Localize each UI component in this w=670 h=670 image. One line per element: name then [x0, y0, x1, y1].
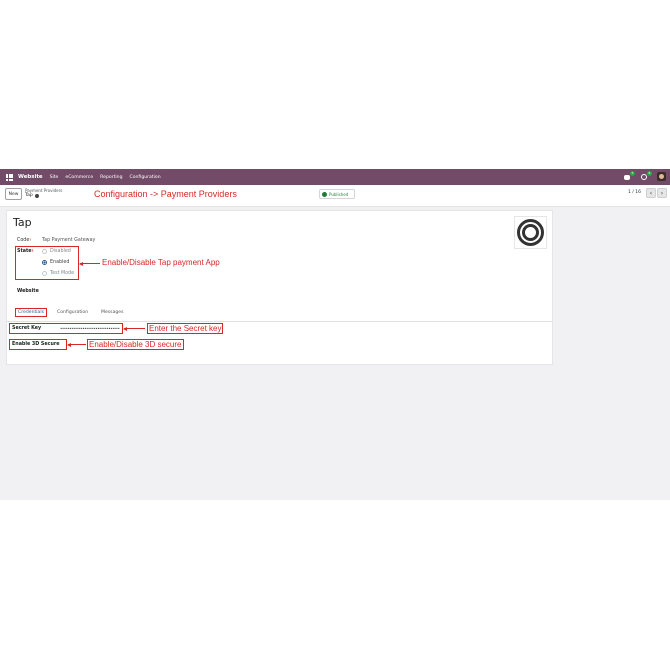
notebook-tabs: Credentials Configuration Messages	[7, 307, 552, 322]
secret-key-label: Secret Key	[12, 326, 42, 331]
state-option-test-mode-label: Test Mode	[50, 271, 75, 276]
control-panel: New Payment Providers Tap Configuration …	[0, 185, 670, 207]
provider-logo[interactable]	[514, 216, 547, 249]
app-brand[interactable]: Website	[18, 174, 43, 180]
gear-icon[interactable]	[34, 193, 39, 198]
menu-site[interactable]: Site	[50, 175, 59, 180]
chat-badge: 5	[630, 171, 635, 176]
activity-button[interactable]: 6	[640, 171, 652, 181]
state-option-enabled-label: Enabled	[50, 260, 70, 265]
required-marker: ?	[31, 249, 34, 253]
website-label: Website	[17, 289, 39, 294]
annotation-state: Enable/Disable Tap payment App	[102, 258, 220, 267]
published-label: Published	[329, 191, 349, 197]
tab-messages[interactable]: Messages	[101, 310, 124, 315]
required-marker: ?	[29, 238, 32, 242]
radio-checked-icon	[42, 260, 47, 265]
state-label-text: State	[17, 249, 32, 254]
annotation-title: Configuration -> Payment Providers	[94, 189, 237, 199]
breadcrumb: Payment Providers Tap	[25, 188, 62, 198]
state-option-disabled-label: Disabled	[50, 249, 71, 254]
menu-configuration[interactable]: Configuration	[130, 175, 161, 180]
state-option-enabled[interactable]: Enabled	[42, 260, 69, 265]
annotation-arrow	[67, 342, 86, 347]
globe-icon	[322, 191, 327, 197]
new-button[interactable]: New	[5, 188, 22, 200]
screenshot-area: Website Site eCommerce Reporting Configu…	[0, 169, 670, 500]
systray: 5 6	[623, 171, 666, 181]
tab-configuration[interactable]: Configuration	[57, 310, 88, 315]
record-title: Tap	[13, 216, 32, 229]
chat-button[interactable]: 5	[623, 171, 635, 181]
activity-badge: 6	[647, 171, 652, 176]
radio-icon	[42, 249, 47, 254]
state-label: State?	[17, 249, 34, 254]
tap-logo-inner-ring	[522, 224, 539, 241]
published-button[interactable]: Published	[319, 189, 355, 199]
code-label: Code?	[17, 238, 31, 243]
annotation-secret: Enter the Secret key	[147, 323, 224, 334]
user-avatar[interactable]	[657, 172, 666, 181]
clock-icon	[641, 174, 647, 180]
state-option-test-mode[interactable]: Test Mode	[42, 271, 74, 276]
pager-value: 1 / 16	[628, 190, 641, 195]
top-navbar: Website Site eCommerce Reporting Configu…	[0, 169, 670, 185]
breadcrumb-current-label: Tap	[25, 193, 33, 198]
form-sheet: Tap Code? Tap Payment Gateway State? Dis…	[6, 210, 553, 365]
secret-key-input[interactable]: ••••••••••••••••••••••••••••••••	[60, 326, 120, 331]
state-option-disabled[interactable]: Disabled	[42, 249, 71, 254]
menu-ecommerce[interactable]: eCommerce	[65, 175, 93, 180]
pager-previous-button[interactable]: ‹	[646, 188, 656, 198]
radio-icon	[42, 271, 47, 276]
annotation-arrow	[79, 261, 100, 266]
annotation-secure3d: Enable/Disable 3D secure	[87, 339, 184, 350]
tab-credentials[interactable]: Credentials	[15, 308, 48, 317]
annotation-arrow	[123, 326, 145, 331]
chat-icon	[624, 175, 630, 180]
breadcrumb-current: Tap	[25, 193, 62, 198]
menu-reporting[interactable]: Reporting	[100, 175, 122, 180]
code-value[interactable]: Tap Payment Gateway	[42, 238, 95, 243]
apps-grid-icon[interactable]	[6, 173, 13, 181]
secure3d-label: Enable 3D Secure	[12, 342, 60, 347]
code-label-text: Code	[17, 238, 30, 243]
pager-next-button[interactable]: ›	[657, 188, 667, 198]
